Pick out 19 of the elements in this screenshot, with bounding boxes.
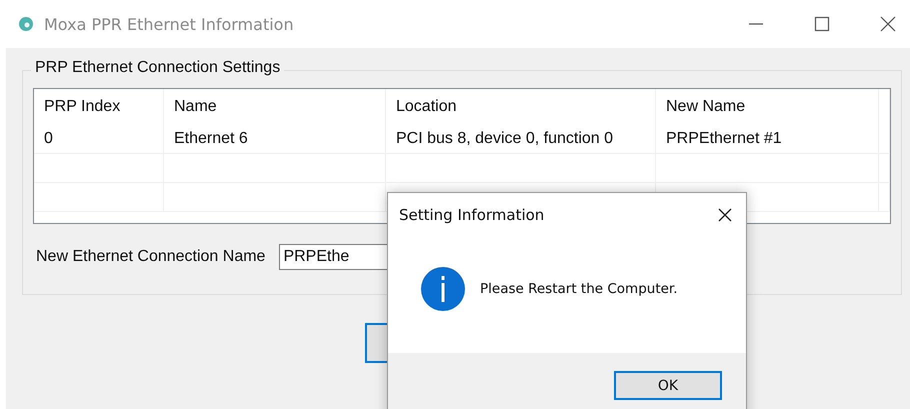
- column-header[interactable]: Name: [164, 89, 386, 125]
- maximize-icon[interactable]: [814, 16, 830, 32]
- close-icon[interactable]: [880, 16, 896, 32]
- window-title: Moxa PPR Ethernet Information: [44, 14, 294, 34]
- dialog-title: Setting Information: [399, 206, 544, 224]
- group-title: PRP Ethernet Connection Settings: [31, 59, 284, 77]
- table-cell: Ethernet 6: [164, 125, 386, 153]
- column-header[interactable]: New Name: [656, 89, 879, 125]
- dialog-message: Please Restart the Computer.: [480, 281, 678, 297]
- column-header[interactable]: Location: [386, 89, 656, 125]
- close-icon[interactable]: [718, 208, 732, 222]
- table-cell: 0: [34, 125, 164, 153]
- ok-button[interactable]: OK: [614, 371, 722, 400]
- app-icon: [18, 16, 34, 32]
- field-label: New Ethernet Connection Name: [36, 248, 266, 266]
- column-header[interactable]: PRP Index: [34, 89, 164, 125]
- info-icon: [420, 266, 466, 312]
- table-cell: PCI bus 8, device 0, function 0: [386, 125, 656, 153]
- table-cell: PRPEthernet #1: [656, 125, 879, 153]
